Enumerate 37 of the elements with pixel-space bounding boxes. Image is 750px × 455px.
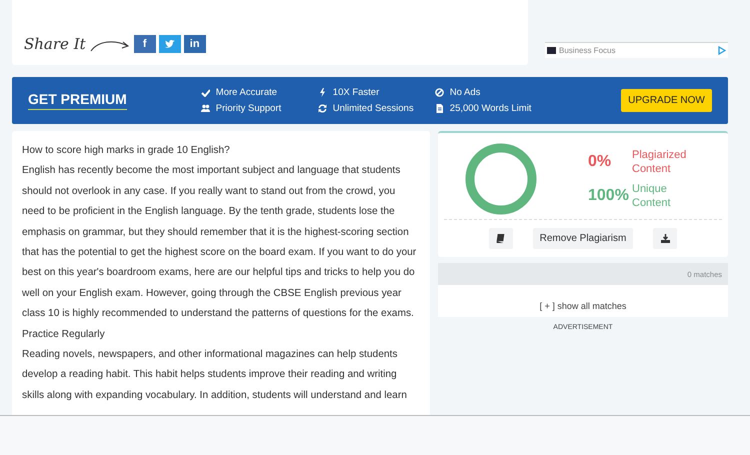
feature-label: No Ads <box>450 87 480 98</box>
download-icon <box>660 234 670 243</box>
feature-label: More Accurate <box>216 87 278 98</box>
show-matches-link[interactable]: [ + ] show all matches <box>540 301 626 311</box>
check-icon <box>200 88 210 97</box>
arrow-icon <box>90 39 130 53</box>
article-heading: Practice Regularly <box>22 328 106 342</box>
book-icon <box>496 234 506 243</box>
stat-label: Unique Content <box>632 182 672 210</box>
bird-icon <box>164 40 175 48</box>
ad-badge-icon <box>547 47 556 54</box>
stat-value: 0% <box>588 153 612 171</box>
article-paragraph: English has recently become the most important subject and language that students should not overlook in any case. If you really want to stand out from the crowd, you need to be proficient in the English language. By the tenth grade, students lose the emphasis on grammar, but they should remember that it is the highest-scoring section that has the potential to get the highest score on the board exam. If you want to do your best on this year's boardroom exams, here are our helpful tips and tricks to help you do well on your English exam. However, going through the CBSE English previous year class 10 is highly recommended to understand the patterns of questions for the exams. <box>22 164 418 322</box>
article-paragraph: Reading novels, newspapers, and other informational magazines can help students develop a reading habit. This habit helps students improve their reading and writing skills along with expanding vocabulary. In addition, students will understand and learn <box>22 348 408 403</box>
upgrade-button[interactable]: UPGRADE NOW <box>621 89 712 112</box>
bird-button[interactable] <box>158 35 181 53</box>
users-icon <box>200 104 210 113</box>
document-icon <box>434 104 444 113</box>
feature-label: Priority Support <box>216 103 282 114</box>
feature-label: 25,000 Words Limit <box>450 103 532 114</box>
premium-title: GET PREMIUM <box>28 91 127 110</box>
stat-value: 100% <box>588 187 630 205</box>
share-label: Share It <box>24 35 86 53</box>
ad-source[interactable]: Business Focus <box>559 46 616 55</box>
bolt-icon <box>318 88 327 97</box>
article-title: How to score high marks in grade 10 English? <box>22 144 231 158</box>
feature-label: 10X Faster <box>332 87 380 98</box>
feature-label: Unlimited Sessions <box>332 103 414 114</box>
social-button[interactable]: in <box>184 35 206 53</box>
stat-label: Plagiarized Content <box>632 148 688 176</box>
refresh-icon <box>318 104 327 113</box>
remove-plagiarism-button[interactable]: Remove Plagiarism <box>532 228 634 249</box>
social-button[interactable]: f <box>134 35 156 53</box>
book-button[interactable] <box>488 228 513 249</box>
ban-icon <box>434 88 444 97</box>
play-icon[interactable] <box>718 46 726 55</box>
download-button[interactable] <box>653 228 678 249</box>
